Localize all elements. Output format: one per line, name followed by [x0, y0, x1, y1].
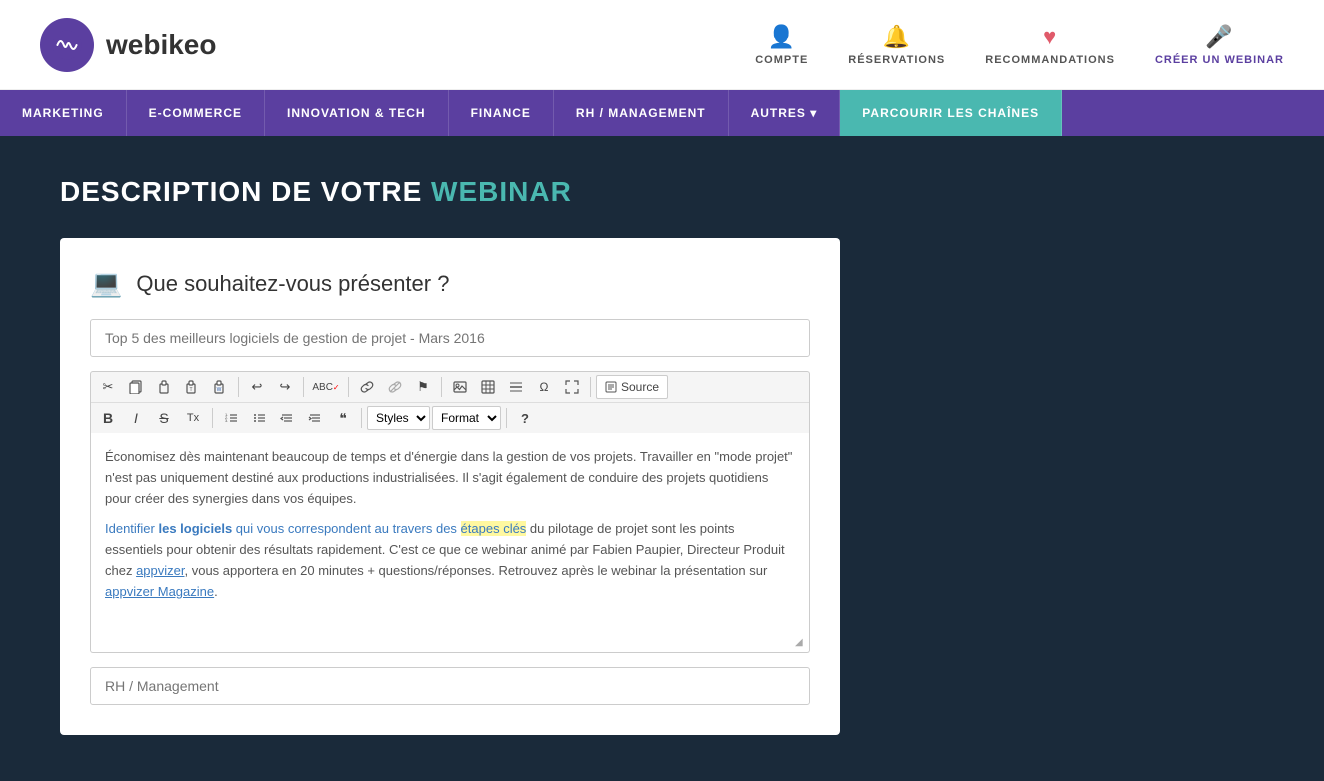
monitor-icon: 💻: [90, 268, 122, 299]
nav-recommandations-label: RECOMMANDATIONS: [985, 54, 1115, 66]
nav-compte[interactable]: 👤 COMPTE: [755, 24, 808, 66]
svg-text:3.: 3.: [225, 418, 228, 423]
nav-parcourir[interactable]: PARCOURIR LES CHAÎNES: [840, 90, 1062, 136]
svg-text:W: W: [217, 387, 222, 393]
special-char-button[interactable]: Ω: [531, 375, 557, 399]
source-button[interactable]: Source: [596, 375, 668, 399]
indent-button[interactable]: [302, 406, 328, 430]
horizontal-rule-button[interactable]: [503, 375, 529, 399]
editor-link-appvizer[interactable]: appvizer: [136, 563, 184, 578]
toolbar-separator-7: [361, 408, 362, 428]
editor-content-area[interactable]: Économisez dès maintenant beaucoup de te…: [90, 433, 810, 653]
microphone-icon: 🎤: [1205, 24, 1233, 50]
editor-bold-logiciels: les logiciels: [158, 521, 232, 536]
category-input[interactable]: [90, 667, 810, 705]
toolbar-separator-6: [212, 408, 213, 428]
toolbar-separator-1: [238, 377, 239, 397]
nav-creer-webinar[interactable]: 🎤 CRÉER UN WEBINAR: [1155, 24, 1284, 66]
editor-paragraph-1: Économisez dès maintenant beaucoup de te…: [105, 447, 795, 509]
card-subtitle-text: Que souhaitez-vous présenter ?: [136, 271, 449, 297]
editor-text-blue-start: Identifier: [105, 521, 158, 536]
bold-button[interactable]: B: [95, 406, 121, 430]
webinar-description-card: 💻 Que souhaitez-vous présenter ? ✂ T W: [60, 238, 840, 735]
resize-handle: ◢: [795, 638, 807, 650]
nav-ecommerce[interactable]: E-COMMERCE: [127, 90, 265, 136]
paste-word-button[interactable]: W: [207, 375, 233, 399]
header: webikeo 👤 COMPTE 🔔 RÉSERVATIONS ♥ RECOMM…: [0, 0, 1324, 90]
page-title: DESCRIPTION DE VOTRE WEBINAR: [60, 176, 1264, 208]
heart-icon: ♥: [1043, 24, 1057, 50]
strikethrough-button[interactable]: S: [151, 406, 177, 430]
logo-icon: [40, 18, 94, 72]
anchor-button[interactable]: ⚑: [410, 375, 436, 399]
cut-button[interactable]: ✂: [95, 375, 121, 399]
table-button[interactable]: [475, 375, 501, 399]
toolbar-separator-8: [506, 408, 507, 428]
nav-bar: MARKETING E-COMMERCE INNOVATION & TECH F…: [0, 90, 1324, 136]
nav-autres[interactable]: AUTRES ▾: [729, 90, 841, 136]
svg-text:T: T: [189, 387, 192, 393]
editor-paragraph-2: Identifier les logiciels qui vous corres…: [105, 519, 795, 602]
spellcheck-button[interactable]: ABC✓: [309, 375, 343, 399]
unlink-button[interactable]: [382, 375, 408, 399]
toolbar-row-2: B I S Tx 1.2.3. ❝: [91, 402, 809, 433]
source-label: Source: [621, 380, 659, 394]
logo-text: webikeo: [106, 29, 216, 61]
unordered-list-button[interactable]: [246, 406, 272, 430]
outdent-button[interactable]: [274, 406, 300, 430]
nav-creer-label: CRÉER UN WEBINAR: [1155, 54, 1284, 66]
copy-button[interactable]: [123, 375, 149, 399]
ordered-list-button[interactable]: 1.2.3.: [218, 406, 244, 430]
link-button[interactable]: [354, 375, 380, 399]
nav-innovation[interactable]: INNOVATION & TECH: [265, 90, 449, 136]
editor-toolbar: ✂ T W ↩ ↪ ABC✓: [90, 371, 810, 433]
webinar-title-input[interactable]: [90, 319, 810, 357]
editor-link-appvizer-magazine[interactable]: appvizer Magazine: [105, 584, 214, 599]
nav-reservations-label: RÉSERVATIONS: [848, 54, 945, 66]
editor-text-end: .: [214, 584, 218, 599]
italic-button[interactable]: I: [123, 406, 149, 430]
nav-recommandations[interactable]: ♥ RECOMMANDATIONS: [985, 24, 1115, 66]
nav-reservations[interactable]: 🔔 RÉSERVATIONS: [848, 24, 945, 66]
user-icon: 👤: [768, 24, 796, 50]
toolbar-separator-5: [590, 377, 591, 397]
nav-compte-label: COMPTE: [755, 54, 808, 66]
toolbar-separator-2: [303, 377, 304, 397]
toolbar-row-1: ✂ T W ↩ ↪ ABC✓: [91, 372, 809, 402]
blockquote-button[interactable]: ❝: [330, 406, 356, 430]
editor-highlight-etapes: étapes clés: [461, 521, 527, 536]
redo-button[interactable]: ↪: [272, 375, 298, 399]
card-subtitle: 💻 Que souhaitez-vous présenter ?: [90, 268, 810, 299]
undo-button[interactable]: ↩: [244, 375, 270, 399]
nav-finance[interactable]: FINANCE: [449, 90, 554, 136]
logo: webikeo: [40, 18, 216, 72]
bell-icon: 🔔: [883, 24, 911, 50]
image-button[interactable]: [447, 375, 473, 399]
toolbar-separator-4: [441, 377, 442, 397]
help-button[interactable]: ?: [512, 406, 538, 430]
paste-text-button[interactable]: T: [179, 375, 205, 399]
clear-format-button[interactable]: Tx: [179, 406, 207, 430]
paste-button[interactable]: [151, 375, 177, 399]
page-content: DESCRIPTION DE VOTRE WEBINAR 💻 Que souha…: [0, 136, 1324, 781]
format-select[interactable]: Format: [432, 406, 501, 430]
nav-rh[interactable]: RH / MANAGEMENT: [554, 90, 729, 136]
editor-text-mid3: , vous apportera en 20 minutes + questio…: [185, 563, 768, 578]
editor-text-mid1: qui vous correspondent au travers des: [232, 521, 460, 536]
maximize-button[interactable]: [559, 375, 585, 399]
toolbar-separator-3: [348, 377, 349, 397]
styles-select[interactable]: Styles: [367, 406, 430, 430]
nav-marketing[interactable]: MARKETING: [0, 90, 127, 136]
header-nav: 👤 COMPTE 🔔 RÉSERVATIONS ♥ RECOMMANDATION…: [755, 24, 1284, 66]
